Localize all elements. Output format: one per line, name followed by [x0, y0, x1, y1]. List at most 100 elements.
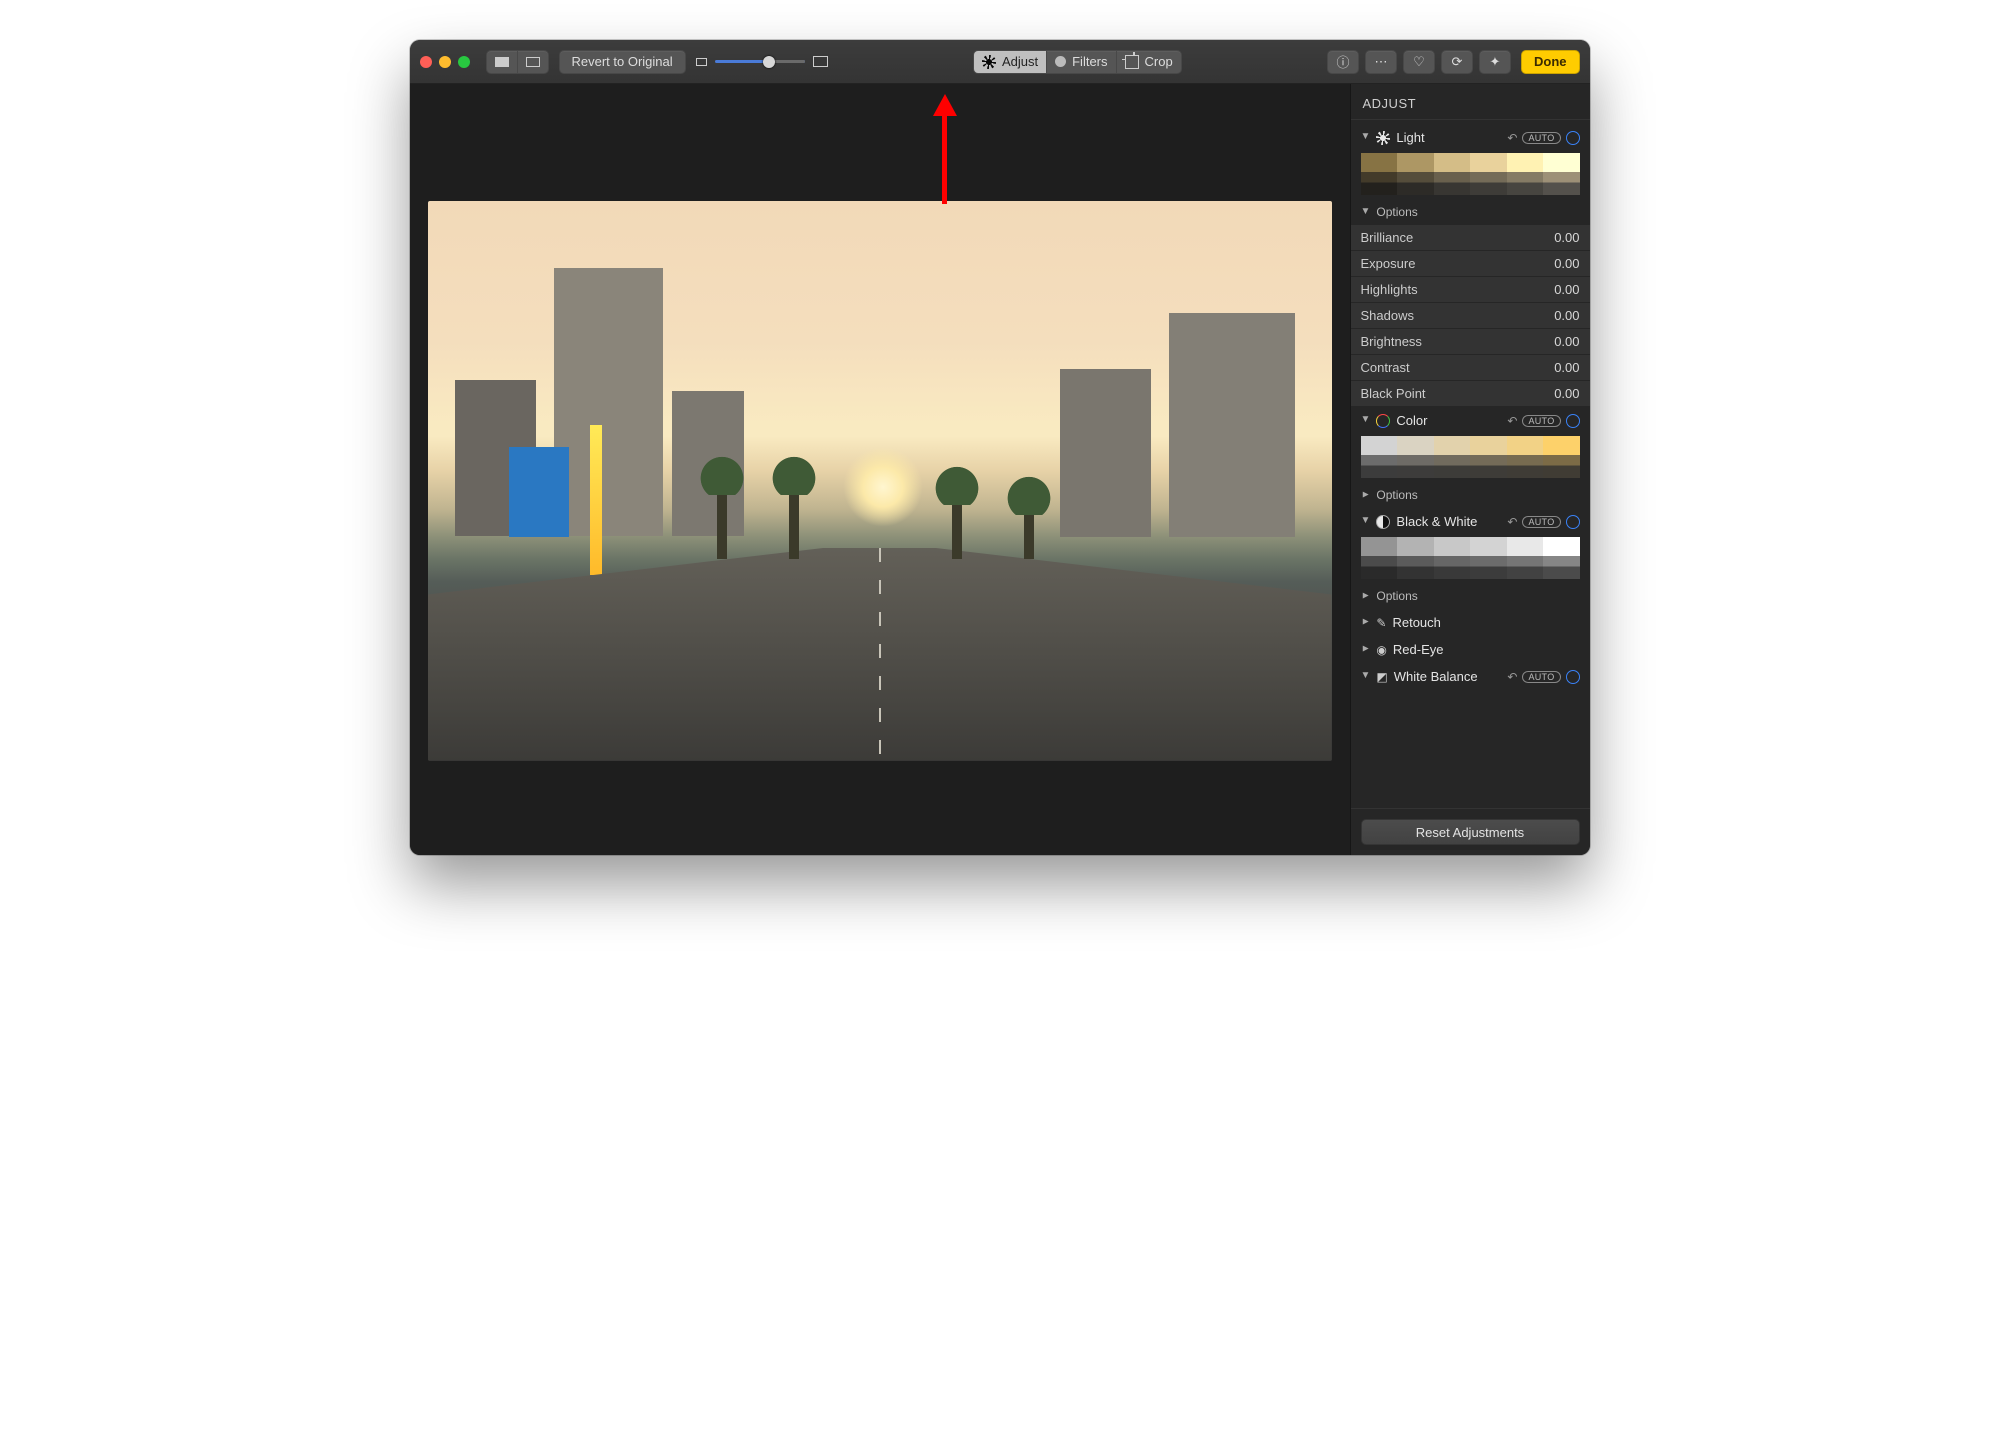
bw-preset[interactable] [1543, 537, 1580, 579]
color-preset[interactable] [1507, 436, 1544, 478]
info-icon: ⓘ [1336, 52, 1349, 71]
undo-icon[interactable]: ↶ [1507, 515, 1517, 529]
slider-brilliance[interactable]: Brilliance0.00 [1351, 225, 1590, 251]
chevron-right-icon: ▼ [1360, 489, 1371, 499]
undo-icon[interactable]: ↶ [1507, 414, 1517, 428]
bw-preset[interactable] [1434, 537, 1471, 579]
color-preset[interactable] [1470, 436, 1507, 478]
chevron-down-icon: ▼ [1361, 515, 1371, 526]
light-preset[interactable] [1507, 153, 1544, 195]
section-redeye-label: Red-Eye [1393, 642, 1580, 657]
rotate-icon: ⟳ [1452, 54, 1463, 70]
bw-preset[interactable] [1361, 537, 1398, 579]
sidebar-scroll[interactable]: ▼ Light ↶ AUTO ▼ Options Brilliance0 [1351, 120, 1590, 808]
favorite-button[interactable]: ♡ [1403, 50, 1435, 74]
slider-exposure[interactable]: Exposure0.00 [1351, 251, 1590, 277]
slider-label: Shadows [1361, 308, 1414, 323]
fullscreen-window-button[interactable] [458, 56, 470, 68]
color-preset[interactable] [1543, 436, 1580, 478]
slider-highlights[interactable]: Highlights0.00 [1351, 277, 1590, 303]
slider-label: Exposure [1361, 256, 1416, 271]
light-presets[interactable] [1361, 153, 1580, 195]
options-label: Options [1376, 589, 1417, 603]
bw-preset[interactable] [1397, 537, 1434, 579]
light-preset[interactable] [1543, 153, 1580, 195]
section-bw-header[interactable]: ▼ Black & White ↶ AUTO [1351, 508, 1590, 535]
adjust-icon [982, 55, 996, 69]
auto-enhance-button[interactable]: ✦ [1479, 50, 1511, 74]
zoom-control [696, 56, 828, 67]
filmstrip-toggle-button[interactable] [486, 50, 517, 74]
chevron-right-icon: ▼ [1360, 617, 1371, 627]
slider-contrast[interactable]: Contrast0.00 [1351, 355, 1590, 381]
undo-icon[interactable]: ↶ [1507, 670, 1517, 684]
section-retouch-header[interactable]: ▼ ✎ Retouch [1351, 609, 1590, 636]
minimize-window-button[interactable] [439, 56, 451, 68]
chevron-down-icon: ▼ [1361, 206, 1371, 217]
toolbar-actions: ⓘ ⋯ ♡ ⟳ ✦ [1327, 50, 1511, 74]
zoom-in-icon [813, 56, 828, 67]
bw-preset[interactable] [1507, 537, 1544, 579]
light-options-toggle[interactable]: ▼ Options [1351, 201, 1590, 225]
rotate-button[interactable]: ⟳ [1441, 50, 1473, 74]
edit-window: Revert to Original Adjust Filters Crop ⓘ [410, 40, 1590, 855]
revert-to-original-button[interactable]: Revert to Original [559, 50, 686, 74]
color-presets[interactable] [1361, 436, 1580, 478]
enable-bw-toggle[interactable] [1566, 515, 1580, 529]
tab-crop[interactable]: Crop [1116, 50, 1182, 74]
close-window-button[interactable] [420, 56, 432, 68]
zoom-slider[interactable] [715, 60, 805, 63]
light-preset[interactable] [1470, 153, 1507, 195]
color-options-toggle[interactable]: ▼ Options [1351, 484, 1590, 508]
single-view-icon [526, 57, 540, 67]
color-preset[interactable] [1361, 436, 1398, 478]
more-button[interactable]: ⋯ [1365, 50, 1397, 74]
chevron-down-icon: ▼ [1361, 670, 1371, 681]
slider-value: 0.00 [1554, 230, 1579, 245]
section-wb-header[interactable]: ▼ ◩ White Balance ↶ AUTO [1351, 663, 1590, 690]
reset-adjustments-button[interactable]: Reset Adjustments [1361, 819, 1580, 845]
slider-black-point[interactable]: Black Point0.00 [1351, 381, 1590, 407]
bw-options-toggle[interactable]: ▼ Options [1351, 585, 1590, 609]
slider-brightness[interactable]: Brightness0.00 [1351, 329, 1590, 355]
section-color-header[interactable]: ▼ Color ↶ AUTO [1351, 407, 1590, 434]
section-color-label: Color [1396, 413, 1501, 428]
enable-light-toggle[interactable] [1566, 131, 1580, 145]
bw-preset[interactable] [1470, 537, 1507, 579]
auto-bw-button[interactable]: AUTO [1522, 516, 1560, 528]
main-area: ADJUST ▼ Light ↶ AUTO ▼ [410, 84, 1590, 855]
section-redeye-header[interactable]: ▼ ◉ Red-Eye [1351, 636, 1590, 663]
toolbar: Revert to Original Adjust Filters Crop ⓘ [410, 40, 1590, 84]
slider-shadows[interactable]: Shadows0.00 [1351, 303, 1590, 329]
bw-presets[interactable] [1361, 537, 1580, 579]
light-preset[interactable] [1361, 153, 1398, 195]
slider-label: Contrast [1361, 360, 1410, 375]
section-light-label: Light [1396, 130, 1501, 145]
light-sliders: Brilliance0.00Exposure0.00Highlights0.00… [1351, 225, 1590, 407]
auto-light-button[interactable]: AUTO [1522, 132, 1560, 144]
section-bw-label: Black & White [1396, 514, 1501, 529]
undo-icon[interactable]: ↶ [1507, 131, 1517, 145]
slider-label: Brightness [1361, 334, 1422, 349]
options-label: Options [1376, 488, 1417, 502]
enable-wb-toggle[interactable] [1566, 670, 1580, 684]
tab-adjust[interactable]: Adjust [973, 50, 1046, 74]
tab-crop-label: Crop [1145, 54, 1173, 69]
section-light-header[interactable]: ▼ Light ↶ AUTO [1351, 124, 1590, 151]
light-preset[interactable] [1397, 153, 1434, 195]
heart-icon: ♡ [1413, 54, 1425, 70]
done-button[interactable]: Done [1521, 50, 1580, 74]
color-icon [1376, 414, 1390, 428]
color-preset[interactable] [1434, 436, 1471, 478]
tab-filters[interactable]: Filters [1046, 50, 1115, 74]
enable-color-toggle[interactable] [1566, 414, 1580, 428]
redeye-icon: ◉ [1376, 643, 1386, 657]
info-button[interactable]: ⓘ [1327, 50, 1359, 74]
color-preset[interactable] [1397, 436, 1434, 478]
sidebar-title: ADJUST [1351, 84, 1590, 120]
single-view-toggle-button[interactable] [517, 50, 549, 74]
light-preset[interactable] [1434, 153, 1471, 195]
auto-wb-button[interactable]: AUTO [1522, 671, 1560, 683]
auto-color-button[interactable]: AUTO [1522, 415, 1560, 427]
image-canvas[interactable] [410, 84, 1350, 855]
